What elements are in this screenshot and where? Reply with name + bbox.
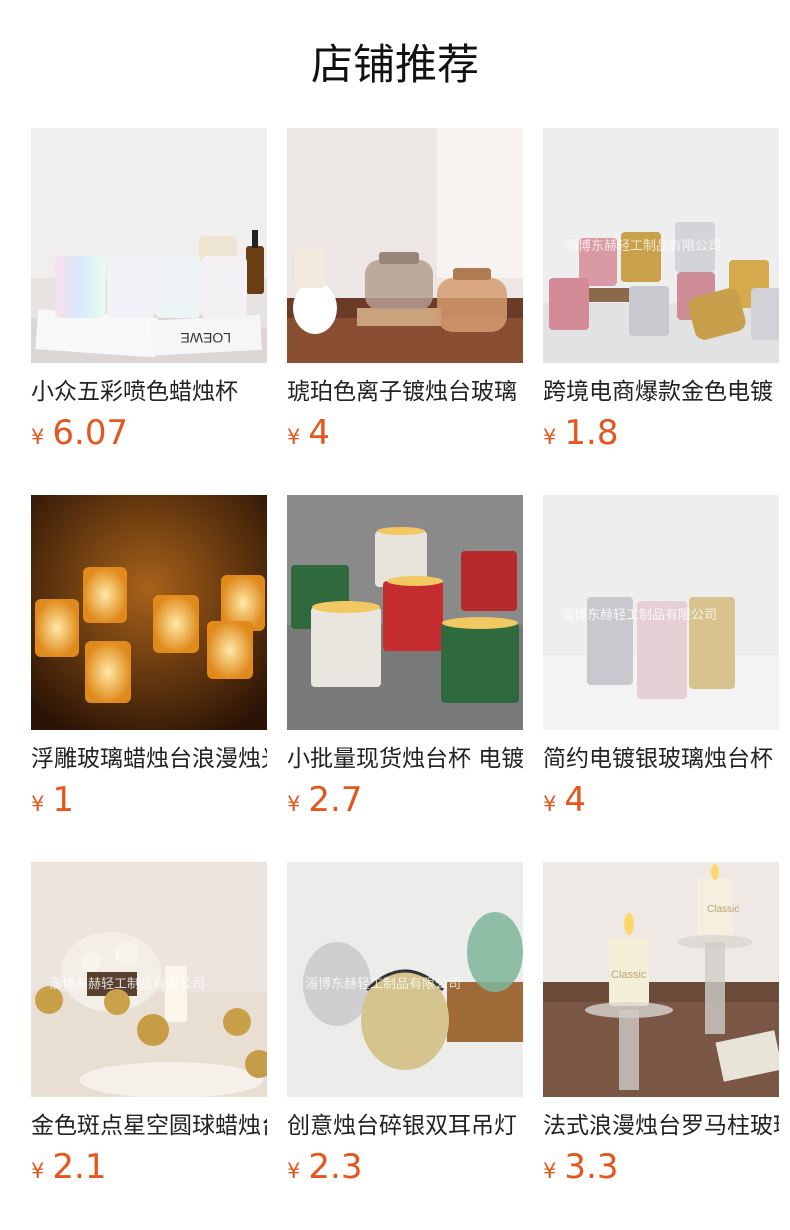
price-amount: 2.7 — [308, 780, 363, 820]
mercury-glass-votives-photo[interactable]: 淄博东赫轻工制品有限公司 — [543, 128, 779, 363]
product-card[interactable]: 淄博东赫轻工制品有限公司 创意烛台碎银双耳吊灯 ¥2.3 — [287, 862, 523, 1229]
page-title: 店铺推荐 — [310, 40, 479, 89]
product-card[interactable]: 浮雕玻璃蜡烛台浪漫烛光 ¥1 — [31, 495, 267, 862]
price-amount: 4 — [308, 413, 331, 453]
price-amount: 1 — [52, 780, 75, 820]
product-card[interactable]: 淄博东赫轻工制品有限公司 金色斑点星空圆球蜡烛台 ¥2.1 — [31, 862, 267, 1229]
product-name[interactable]: 小批量现货烛台杯 电镀 — [287, 744, 523, 774]
currency-symbol: ¥ — [287, 1159, 301, 1183]
product-name[interactable]: 法式浪漫烛台罗马柱玻璃 — [543, 1111, 779, 1141]
price-amount: 1.8 — [564, 413, 619, 453]
watermark: 淄博东赫轻工制品有限公司 — [49, 976, 205, 991]
currency-symbol: ¥ — [543, 425, 557, 449]
product-price: ¥4 — [543, 782, 779, 824]
iridescent-candle-cups-photo[interactable]: LOEWE — [31, 128, 267, 363]
watermark: 淄博东赫轻工制品有限公司 — [305, 976, 461, 991]
product-name[interactable]: 小众五彩喷色蜡烛杯 — [31, 377, 267, 407]
price-amount: 2.3 — [308, 1147, 363, 1187]
amber-glass-jars-photo[interactable] — [287, 128, 523, 363]
currency-symbol: ¥ — [31, 792, 45, 816]
gold-speckled-globe-holders-photo[interactable]: 淄博东赫轻工制品有限公司 — [31, 862, 267, 1097]
product-name[interactable]: 简约电镀银玻璃烛台杯 — [543, 744, 779, 774]
classic-label: Classic — [611, 969, 647, 981]
embossed-glowing-votives-photo[interactable] — [31, 495, 267, 730]
product-price: ¥3.3 — [543, 1149, 779, 1191]
product-name[interactable]: 创意烛台碎银双耳吊灯 — [287, 1111, 523, 1141]
currency-symbol: ¥ — [543, 1159, 557, 1183]
product-price: ¥6.07 — [31, 415, 267, 457]
product-price: ¥2.7 — [287, 782, 523, 824]
watermark: 淄博东赫轻工制品有限公司 — [565, 238, 721, 253]
price-amount: 3.3 — [564, 1147, 619, 1187]
product-grid: LOEWE 小众五彩喷色蜡烛杯 ¥6.07 琥珀色离子镀烛台玻璃 ¥ 4 淄博东… — [31, 128, 779, 1229]
currency-symbol: ¥ — [287, 792, 301, 816]
product-price: ¥1.8 — [543, 415, 779, 457]
product-price: ¥2.1 — [31, 1149, 267, 1191]
product-card[interactable]: Classic Classic 法式浪漫烛台罗马柱玻璃 ¥3.3 — [543, 862, 779, 1229]
product-name[interactable]: 金色斑点星空圆球蜡烛台 — [31, 1111, 267, 1141]
product-card[interactable]: 小批量现货烛台杯 电镀 ¥2.7 — [287, 495, 523, 862]
currency-symbol: ¥ — [31, 1159, 45, 1183]
product-card[interactable]: 淄博东赫轻工制品有限公司 跨境电商爆款金色电镀 ¥1.8 — [543, 128, 779, 495]
price-amount: 4 — [564, 780, 587, 820]
currency-symbol: ¥ — [287, 425, 301, 449]
price-amount: 2.1 — [52, 1147, 107, 1187]
product-card[interactable]: 琥珀色离子镀烛台玻璃 ¥4 — [287, 128, 523, 495]
watermark: 淄博东赫轻工制品有限公司 — [561, 607, 717, 622]
product-name[interactable]: 琥珀色离子镀烛台玻璃 — [287, 377, 523, 407]
currency-symbol: ¥ — [543, 792, 557, 816]
classic-label: Classic — [707, 904, 739, 915]
loewe-label: LOEWE — [180, 330, 231, 346]
product-price: ¥4 — [287, 415, 523, 457]
mercury-glass-lanterns-photo[interactable]: 淄博东赫轻工制品有限公司 — [287, 862, 523, 1097]
product-name[interactable]: 浮雕玻璃蜡烛台浪漫烛光 — [31, 744, 267, 774]
product-name[interactable]: 跨境电商爆款金色电镀 — [543, 377, 779, 407]
product-card[interactable]: 淄博东赫轻工制品有限公司 简约电镀银玻璃烛台杯 ¥4 — [543, 495, 779, 862]
roman-pillar-glass-stands-photo[interactable]: Classic Classic — [543, 862, 779, 1097]
silver-plated-glass-cups-photo[interactable]: 淄博东赫轻工制品有限公司 — [543, 495, 779, 730]
currency-symbol: ¥ — [31, 425, 45, 449]
christmas-candle-cups-photo[interactable] — [287, 495, 523, 730]
product-price: ¥1 — [31, 782, 267, 824]
product-price: ¥2.3 — [287, 1149, 523, 1191]
product-card[interactable]: LOEWE 小众五彩喷色蜡烛杯 ¥6.07 — [31, 128, 267, 495]
price-amount: 6.07 — [52, 413, 129, 453]
